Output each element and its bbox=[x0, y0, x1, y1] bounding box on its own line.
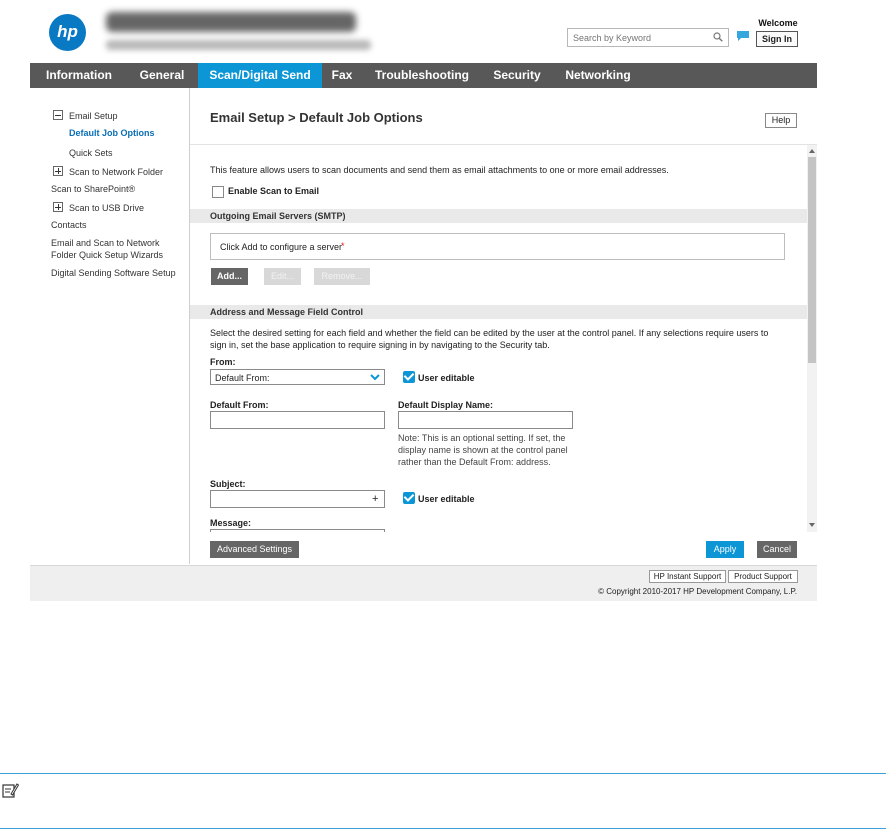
logo-text: hp bbox=[57, 22, 78, 41]
sidebar-item-label: Scan to Network Folder bbox=[69, 167, 164, 177]
hp-logo[interactable]: hp bbox=[49, 14, 86, 51]
subject-user-editable-label: User editable bbox=[418, 494, 475, 504]
collapse-icon[interactable] bbox=[53, 110, 63, 120]
help-button[interactable]: Help bbox=[765, 113, 797, 128]
display-name-note-line3: rather than the Default From: address. bbox=[398, 457, 551, 467]
apply-button[interactable]: Apply bbox=[706, 541, 744, 558]
from-label: From: bbox=[210, 357, 236, 367]
address-section-title: Address and Message Field Control bbox=[210, 307, 364, 317]
expand-icon[interactable] bbox=[53, 166, 63, 176]
search-icon[interactable] bbox=[713, 32, 723, 42]
tab-troubleshooting[interactable]: Troubleshooting bbox=[372, 63, 472, 88]
scrollbar-thumb[interactable] bbox=[808, 157, 816, 363]
from-select-value: Default From: bbox=[215, 373, 270, 383]
chat-icon[interactable] bbox=[737, 31, 749, 41]
add-server-button[interactable]: Add... bbox=[211, 268, 248, 285]
page-title: Email Setup > Default Job Options bbox=[210, 110, 423, 125]
sidebar-item-label: Scan to USB Drive bbox=[69, 203, 145, 213]
sidebar: Email Setup Default Job Options Quick Se… bbox=[30, 88, 190, 564]
sign-in-button[interactable]: Sign In bbox=[756, 31, 798, 47]
sidebar-item-digital-sending-software[interactable]: Digital Sending Software Setup bbox=[51, 268, 176, 278]
cancel-button[interactable]: Cancel bbox=[757, 541, 797, 558]
sidebar-item-quick-setup-wizards[interactable]: Email and Scan to Network bbox=[51, 238, 160, 248]
default-display-name-label: Default Display Name: bbox=[398, 400, 494, 410]
chevron-down-icon[interactable] bbox=[370, 374, 380, 381]
from-user-editable-checkbox[interactable] bbox=[403, 371, 415, 383]
expand-icon[interactable] bbox=[53, 202, 63, 212]
intro-text: This feature allows users to scan docume… bbox=[210, 165, 669, 175]
message-label: Message: bbox=[210, 518, 252, 528]
main-content: Email Setup > Default Job Options Help T… bbox=[190, 88, 817, 564]
vertical-scrollbar[interactable] bbox=[807, 145, 817, 533]
address-description-line2: sign in, set the base application to req… bbox=[210, 340, 550, 350]
sidebar-item-contacts[interactable]: Contacts bbox=[51, 220, 87, 230]
copyright-text: © Copyright 2010-2017 HP Development Com… bbox=[598, 587, 797, 596]
settings-scroll-area[interactable]: This feature allows users to scan docume… bbox=[190, 144, 817, 533]
remove-server-button[interactable]: Remove... bbox=[314, 268, 370, 285]
printer-info-redacted bbox=[106, 40, 371, 50]
scroll-up-icon[interactable] bbox=[809, 149, 815, 153]
enable-scan-to-email-label: Enable Scan to Email bbox=[228, 186, 320, 196]
action-bar: Advanced Settings Apply Cancel bbox=[190, 532, 817, 564]
scroll-down-icon[interactable] bbox=[809, 523, 815, 527]
main-nav: Information General Scan/Digital Send Fa… bbox=[30, 63, 817, 88]
note-divider-top bbox=[0, 773, 886, 774]
edit-server-button[interactable]: Edit... bbox=[264, 268, 301, 285]
tab-information[interactable]: Information bbox=[39, 63, 119, 88]
from-select[interactable]: Default From: bbox=[210, 369, 385, 385]
smtp-section-header: Outgoing Email Servers (SMTP) bbox=[190, 209, 807, 223]
subject-label: Subject: bbox=[210, 479, 246, 489]
required-asterisk: * bbox=[341, 241, 345, 251]
tab-general[interactable]: General bbox=[136, 63, 188, 88]
search-input[interactable] bbox=[568, 29, 708, 46]
address-section-header: Address and Message Field Control bbox=[190, 305, 807, 319]
tab-fax[interactable]: Fax bbox=[324, 63, 360, 88]
advanced-settings-button[interactable]: Advanced Settings bbox=[210, 541, 299, 558]
from-user-editable-label: User editable bbox=[418, 373, 475, 383]
default-from-label: Default From: bbox=[210, 400, 269, 410]
search-box bbox=[567, 28, 729, 47]
welcome-label: Welcome bbox=[758, 18, 798, 28]
header: hp Welcome Sign In bbox=[30, 0, 817, 62]
display-name-note: Note: This is an optional setting. If se… bbox=[398, 433, 566, 443]
sidebar-item-scan-to-usb-drive[interactable]: Scan to USB Drive bbox=[53, 202, 144, 213]
default-display-name-input[interactable] bbox=[398, 411, 573, 429]
display-name-note-line2: display name is shown at the control pan… bbox=[398, 445, 568, 455]
tab-scan-digital-send[interactable]: Scan/Digital Send bbox=[198, 63, 322, 88]
sidebar-item-default-job-options[interactable]: Default Job Options bbox=[69, 128, 155, 138]
default-from-input[interactable] bbox=[210, 411, 385, 429]
ews-window: hp Welcome Sign In Information General S… bbox=[30, 0, 817, 601]
hp-instant-support-link[interactable]: HP Instant Support bbox=[649, 570, 726, 583]
tab-networking[interactable]: Networking bbox=[558, 63, 638, 88]
enable-scan-to-email-checkbox[interactable] bbox=[212, 186, 224, 198]
note-icon bbox=[2, 783, 19, 798]
footer: HP Instant Support Product Support © Cop… bbox=[30, 565, 817, 601]
smtp-server-list[interactable]: Click Add to configure a server * bbox=[210, 233, 785, 260]
product-support-link[interactable]: Product Support bbox=[728, 570, 798, 583]
sidebar-item-email-setup[interactable]: Email Setup bbox=[53, 110, 118, 121]
sidebar-item-quick-setup-wizards-line2[interactable]: Folder Quick Setup Wizards bbox=[51, 250, 163, 260]
smtp-section-title: Outgoing Email Servers (SMTP) bbox=[210, 211, 346, 221]
tab-security[interactable]: Security bbox=[487, 63, 547, 88]
printer-name-redacted bbox=[106, 12, 356, 32]
sidebar-item-scan-to-network-folder[interactable]: Scan to Network Folder bbox=[53, 166, 163, 177]
sidebar-item-scan-to-sharepoint[interactable]: Scan to SharePoint® bbox=[51, 184, 135, 194]
address-description: Select the desired setting for each fiel… bbox=[210, 328, 769, 338]
subject-user-editable-checkbox[interactable] bbox=[403, 492, 415, 504]
sidebar-item-label: Email Setup bbox=[69, 111, 118, 121]
add-subject-field-icon[interactable]: + bbox=[372, 493, 378, 505]
subject-input[interactable]: + bbox=[210, 490, 385, 508]
sidebar-item-quick-sets[interactable]: Quick Sets bbox=[69, 148, 113, 158]
smtp-placeholder: Click Add to configure a server bbox=[220, 242, 343, 252]
